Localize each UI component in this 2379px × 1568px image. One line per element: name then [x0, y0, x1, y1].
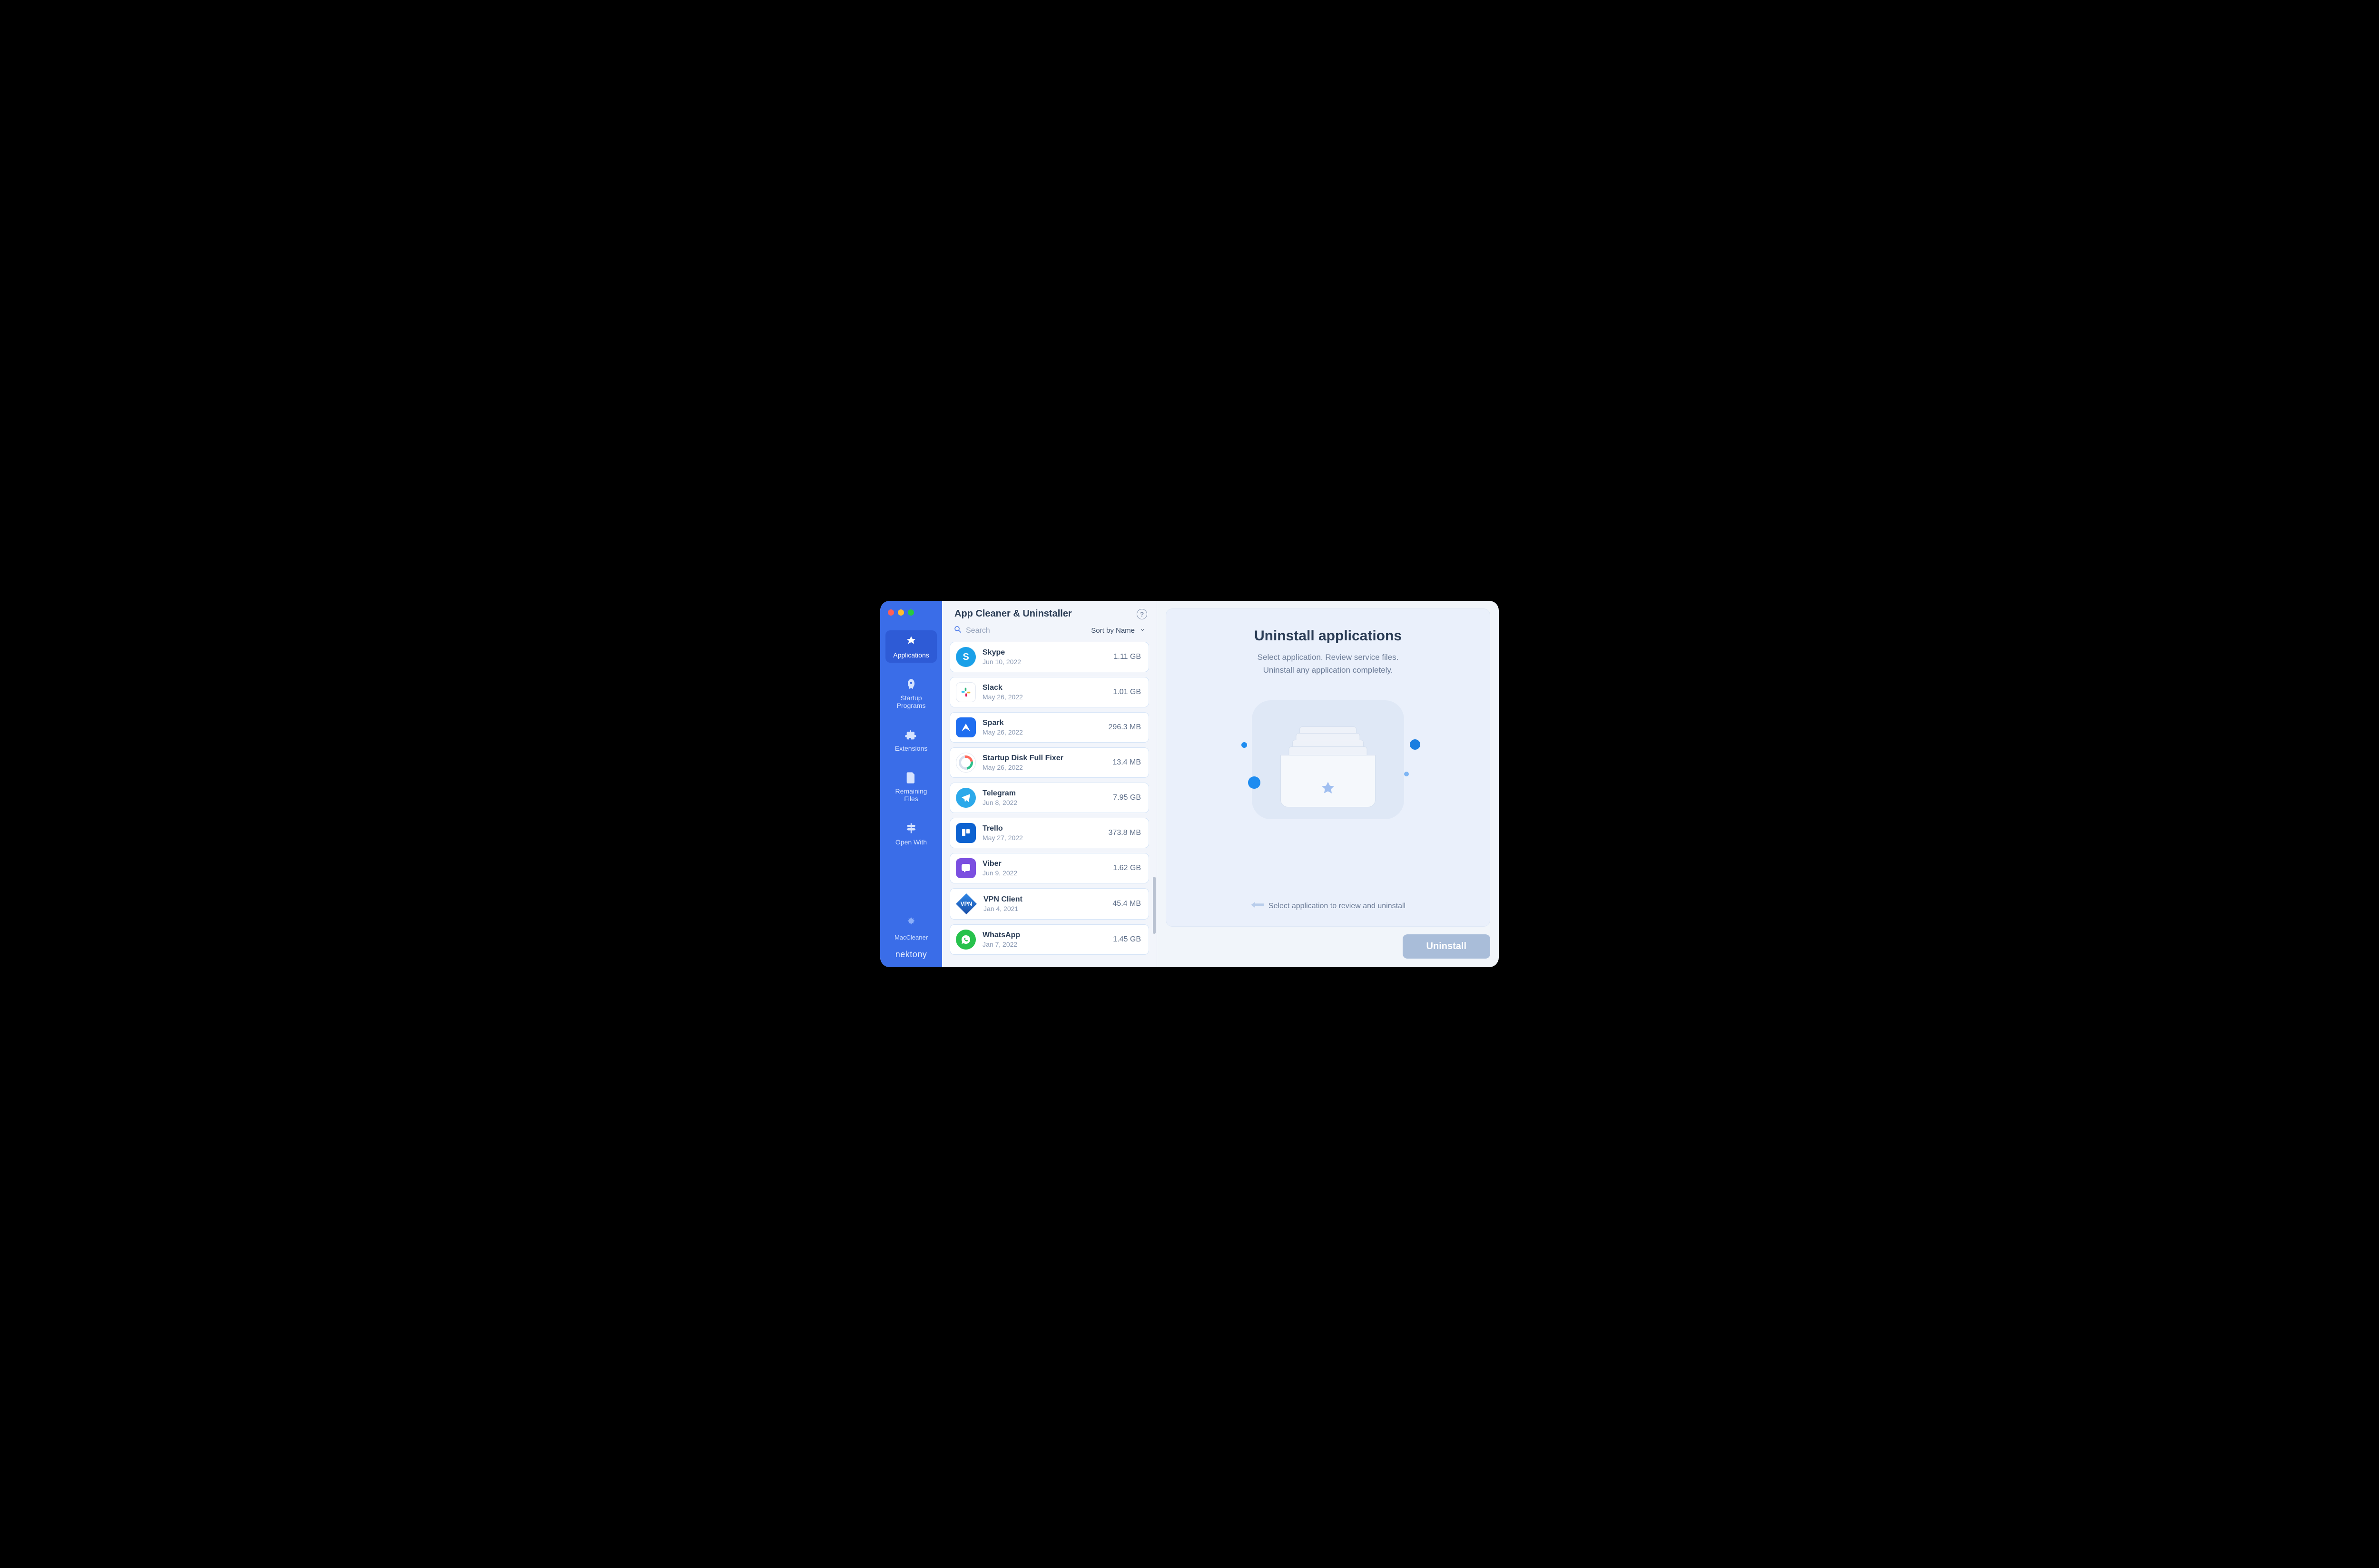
maccleaner-label: MacCleaner — [895, 934, 928, 941]
signpost-icon — [904, 822, 918, 835]
app-date: May 26, 2022 — [983, 764, 1063, 771]
app-name: Viber — [983, 860, 1017, 868]
app-row-slack[interactable]: Slack May 26, 2022 1.01 GB — [950, 677, 1149, 707]
app-date: Jun 8, 2022 — [983, 799, 1017, 806]
app-date: Jan 4, 2021 — [983, 905, 1022, 912]
search-icon — [954, 625, 962, 636]
file-icon — [904, 771, 918, 784]
app-size: 296.3 MB — [1109, 723, 1141, 732]
scrollbar-thumb[interactable] — [1153, 877, 1156, 934]
skype-icon: S — [956, 647, 976, 667]
app-row-skype[interactable]: S Skype Jun 10, 2022 1.11 GB — [950, 642, 1149, 672]
decor-dot — [1241, 742, 1247, 748]
detail-panel: Uninstall applications Select applicatio… — [1157, 601, 1499, 967]
sidebar-item-label: Open With — [895, 838, 927, 846]
viber-icon — [956, 858, 976, 878]
page-title: App Cleaner & Uninstaller — [954, 608, 1072, 619]
detail-subheading: Select application. Review service files… — [1258, 651, 1399, 676]
app-date: Jun 9, 2022 — [983, 869, 1017, 877]
app-window: Applications Startup Programs Extensions… — [880, 601, 1499, 967]
app-row-spark[interactable]: Spark May 26, 2022 296.3 MB — [950, 712, 1149, 743]
close-window-button[interactable] — [888, 609, 894, 616]
app-row-vpn-client[interactable]: VPN VPN Client Jan 4, 2021 45.4 MB — [950, 888, 1149, 920]
rocket-icon — [904, 678, 918, 691]
app-name: Telegram — [983, 789, 1017, 798]
sidebar-item-label: Remaining Files — [887, 787, 935, 803]
window-controls — [888, 609, 914, 616]
app-size: 1.45 GB — [1113, 935, 1141, 944]
decor-dot — [1410, 739, 1420, 750]
box-illustration — [1280, 726, 1376, 807]
app-list-panel: App Cleaner & Uninstaller ? Sort by Name… — [942, 601, 1157, 967]
sidebar-item-open-with[interactable]: Open With — [885, 817, 937, 850]
sidebar-item-label: Applications — [893, 651, 929, 659]
app-size: 1.11 GB — [1113, 653, 1141, 661]
app-row-startup-disk-full-fixer[interactable]: Startup Disk Full Fixer May 26, 2022 13.… — [950, 747, 1149, 778]
app-name: Spark — [983, 719, 1023, 727]
vpn-icon: VPN — [956, 893, 977, 914]
sidebar-item-label: Extensions — [895, 745, 927, 752]
minimize-window-button[interactable] — [898, 609, 904, 616]
app-name: WhatsApp — [983, 931, 1020, 940]
sidebar-item-startup-programs[interactable]: Startup Programs — [885, 673, 937, 713]
maccleaner-link[interactable]: MacCleaner — [895, 916, 928, 941]
app-name: Trello — [983, 824, 1023, 833]
sidebar-item-remaining-files[interactable]: Remaining Files — [885, 766, 937, 806]
chevron-down-icon — [1140, 627, 1145, 635]
app-row-viber[interactable]: Viber Jun 9, 2022 1.62 GB — [950, 853, 1149, 883]
app-date: Jun 10, 2022 — [983, 658, 1021, 666]
detail-heading: Uninstall applications — [1254, 628, 1402, 644]
app-size: 13.4 MB — [1112, 758, 1141, 767]
app-size: 7.95 GB — [1113, 794, 1141, 802]
whatsapp-icon — [956, 930, 976, 950]
app-name: Slack — [983, 684, 1023, 692]
maximize-window-button[interactable] — [908, 609, 914, 616]
app-row-whatsapp[interactable]: WhatsApp Jan 7, 2022 1.45 GB — [950, 924, 1149, 955]
app-size: 1.62 GB — [1113, 864, 1141, 872]
app-date: Jan 7, 2022 — [983, 941, 1020, 948]
sort-dropdown[interactable]: Sort by Name — [1091, 627, 1145, 635]
help-button[interactable]: ? — [1137, 609, 1147, 619]
app-list[interactable]: S Skype Jun 10, 2022 1.11 GB — [942, 642, 1157, 967]
app-size: 45.4 MB — [1112, 900, 1141, 908]
app-name: VPN Client — [983, 895, 1022, 904]
app-date: May 26, 2022 — [983, 728, 1023, 736]
uninstall-button[interactable]: Uninstall — [1403, 934, 1490, 959]
hint-text: Select application to review and uninsta… — [1268, 902, 1406, 911]
sort-label: Sort by Name — [1091, 627, 1135, 635]
app-date: May 26, 2022 — [983, 693, 1023, 701]
app-name: Startup Disk Full Fixer — [983, 754, 1063, 763]
illustration — [1252, 700, 1404, 819]
disk-gauge-icon — [956, 753, 976, 773]
puzzle-icon — [904, 728, 918, 742]
sidebar-item-label: Startup Programs — [887, 694, 935, 709]
placeholder-card: Uninstall applications Select applicatio… — [1166, 608, 1490, 927]
applications-icon — [904, 635, 918, 648]
arrow-left-icon — [1250, 900, 1264, 912]
app-date: May 27, 2022 — [983, 834, 1023, 842]
sidebar: Applications Startup Programs Extensions… — [880, 601, 942, 967]
snowflake-icon — [905, 916, 917, 931]
app-row-trello[interactable]: Trello May 27, 2022 373.8 MB — [950, 818, 1149, 848]
telegram-icon — [956, 788, 976, 808]
brand-label: nektony — [895, 950, 927, 960]
app-row-telegram[interactable]: Telegram Jun 8, 2022 7.95 GB — [950, 783, 1149, 813]
trello-icon — [956, 823, 976, 843]
app-store-icon — [1317, 779, 1338, 800]
slack-icon — [956, 682, 976, 702]
search-input[interactable] — [966, 627, 1023, 635]
app-size: 1.01 GB — [1113, 688, 1141, 696]
spark-icon — [956, 717, 976, 737]
decor-dot — [1404, 772, 1409, 776]
sidebar-item-applications[interactable]: Applications — [885, 630, 937, 663]
sidebar-item-extensions[interactable]: Extensions — [885, 724, 937, 756]
app-size: 373.8 MB — [1109, 829, 1141, 837]
app-name: Skype — [983, 648, 1021, 657]
